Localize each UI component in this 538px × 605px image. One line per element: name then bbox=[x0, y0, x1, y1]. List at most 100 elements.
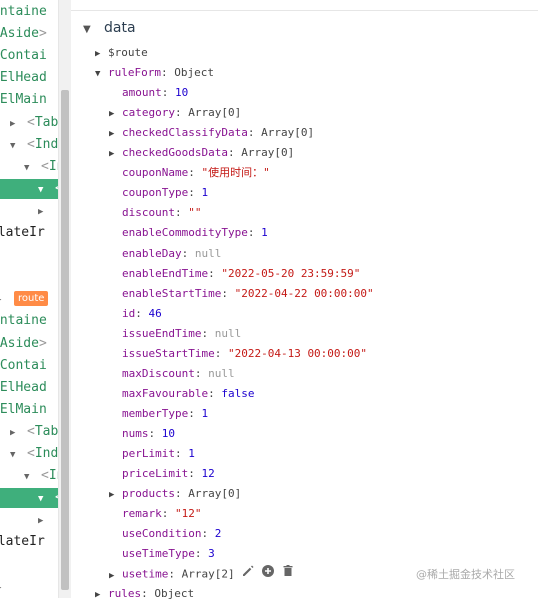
data-row-category[interactable]: ▶ category: Array[0] bbox=[109, 103, 241, 123]
tree-node[interactable]: ▼<In bbox=[0, 466, 58, 486]
data-value[interactable]: 1 bbox=[188, 447, 195, 460]
tree-node[interactable]: ▼<Inde bbox=[0, 444, 58, 464]
data-value[interactable]: 1 bbox=[201, 407, 208, 420]
data-value[interactable]: 1 bbox=[201, 186, 208, 199]
tree-node-label: In bbox=[48, 468, 58, 484]
tree-node[interactable]: ▶<Tab> bbox=[0, 113, 58, 133]
data-key: checkedClassifyData bbox=[122, 126, 248, 140]
data-row-checkedgoodsdata[interactable]: ▶ checkedGoodsData: Array[0] bbox=[109, 143, 294, 163]
data-key: couponName bbox=[122, 166, 189, 180]
chevron-right-icon[interactable]: ▶ bbox=[109, 566, 122, 586]
chevron-down-icon[interactable]: ▼ bbox=[10, 136, 23, 156]
data-value[interactable]: 12 bbox=[201, 467, 214, 480]
chevron-right-icon[interactable]: ▶ bbox=[109, 144, 122, 164]
chevron-right-icon[interactable]: ▶ bbox=[38, 202, 51, 222]
data-row-route[interactable]: ▶ $route bbox=[95, 43, 148, 63]
data-section-header[interactable]: ▼ data bbox=[83, 17, 136, 39]
scrollbar-thumb[interactable] bbox=[61, 90, 69, 590]
tree-node[interactable]: lAside> bbox=[0, 24, 47, 44]
chevron-down-icon[interactable]: ▼ bbox=[38, 180, 51, 200]
data-value[interactable]: 10 bbox=[175, 86, 188, 99]
data-value[interactable]: 46 bbox=[149, 307, 162, 320]
tree-node[interactable]: ▼<Inde bbox=[0, 135, 58, 155]
data-key: maxFavourable bbox=[122, 386, 209, 400]
tree-node[interactable]: lContai bbox=[0, 356, 47, 376]
tree-node-label: ElHead bbox=[0, 70, 47, 86]
data-row-enableday: enableDay: null bbox=[109, 244, 221, 264]
data-value[interactable]: 3 bbox=[208, 547, 215, 560]
data-row-coupontype: couponType: 1 bbox=[109, 183, 208, 203]
data-value[interactable]: false bbox=[221, 387, 254, 400]
data-row-usetime[interactable]: ▶ usetime: Array[2] bbox=[109, 564, 295, 584]
tag-bracket: < bbox=[27, 446, 35, 461]
chevron-right-icon[interactable]: ▶ bbox=[109, 124, 122, 144]
tree-node[interactable]: ontaine bbox=[0, 311, 47, 331]
route-tag[interactable]: route bbox=[14, 291, 49, 306]
tree-node[interactable]: lContai bbox=[0, 46, 47, 66]
tree-node[interactable]: ▼<In bbox=[0, 157, 58, 177]
data-row-products[interactable]: ▶ products: Array[0] bbox=[109, 484, 241, 504]
tree-node-selected[interactable]: ▼< bbox=[0, 488, 58, 509]
tree-node-label: Inde bbox=[34, 136, 58, 152]
colon: : bbox=[188, 406, 202, 420]
edit-icon[interactable] bbox=[241, 564, 255, 585]
data-value[interactable]: 1 bbox=[261, 226, 268, 239]
tree-node[interactable]: ▶<Tab> bbox=[0, 422, 58, 442]
tree-node[interactable]: plateIr bbox=[0, 532, 45, 552]
data-value[interactable]: "12" bbox=[175, 507, 202, 520]
chevron-down-icon[interactable]: ▼ bbox=[95, 64, 108, 84]
add-icon[interactable] bbox=[261, 564, 275, 585]
data-key: useCondition bbox=[122, 527, 202, 541]
colon: : bbox=[201, 326, 215, 340]
chevron-down-icon[interactable]: ▼ bbox=[38, 489, 51, 509]
data-row-checkedclassifydata[interactable]: ▶ checkedClassifyData: Array[0] bbox=[109, 123, 314, 143]
chevron-right-icon[interactable]: ▶ bbox=[10, 423, 23, 443]
data-key: id bbox=[122, 306, 136, 320]
tree-node[interactable]: <ElHead bbox=[0, 378, 47, 398]
data-row-ruleform[interactable]: ▼ ruleForm: Object bbox=[95, 63, 214, 83]
tree-node[interactable]: ▶ bbox=[0, 201, 55, 221]
data-key: nums bbox=[122, 426, 149, 440]
chevron-down-icon[interactable]: ▼ bbox=[24, 467, 37, 487]
data-key: useTimeType bbox=[122, 547, 195, 561]
tree-node-selected[interactable]: ▼< bbox=[0, 178, 58, 200]
chevron-down-icon[interactable]: ▼ bbox=[10, 445, 23, 465]
tree-node[interactable]: <ElHead bbox=[0, 68, 47, 88]
colon: : bbox=[214, 346, 228, 360]
data-value[interactable]: "使用时间：" bbox=[201, 166, 269, 179]
data-value[interactable]: null bbox=[208, 367, 235, 380]
data-value[interactable]: "2022-05-20 23:59:59" bbox=[221, 267, 360, 280]
tree-node[interactable]: <ElMain bbox=[0, 90, 47, 110]
data-value[interactable]: null bbox=[195, 247, 222, 260]
tree-node[interactable]: ontaine bbox=[0, 2, 47, 22]
chevron-right-icon[interactable]: ▶ bbox=[0, 578, 9, 598]
data-value[interactable]: 2 bbox=[215, 527, 222, 540]
chevron-right-icon[interactable]: ▶ bbox=[0, 290, 9, 310]
data-key: issueStartTime bbox=[122, 346, 215, 360]
data-value: Array[2] bbox=[181, 567, 235, 581]
delete-icon[interactable] bbox=[281, 564, 295, 585]
data-value[interactable]: 10 bbox=[162, 427, 175, 440]
chevron-down-icon[interactable]: ▼ bbox=[24, 158, 37, 178]
chevron-right-icon[interactable]: ▶ bbox=[109, 104, 122, 124]
chevron-right-icon[interactable]: ▶ bbox=[38, 511, 51, 531]
data-key: enableStartTime bbox=[122, 286, 222, 300]
tree-node[interactable]: ▶ bbox=[0, 510, 55, 530]
tree-node[interactable]: ▶ bbox=[0, 289, 13, 309]
data-value[interactable]: "2022-04-22 00:00:00" bbox=[235, 287, 374, 300]
data-value[interactable]: "2022-04-13 00:00:00" bbox=[228, 347, 367, 360]
tree-node[interactable]: <ElMain bbox=[0, 400, 47, 420]
data-value[interactable]: null bbox=[215, 327, 242, 340]
tree-scrollbar[interactable] bbox=[58, 0, 71, 598]
data-inspector: ▼ data ▶ $route ▼ ruleForm: Object amount: 10… bbox=[71, 0, 538, 600]
chevron-right-icon[interactable]: ▶ bbox=[109, 485, 122, 505]
chevron-right-icon[interactable]: ▶ bbox=[95, 44, 108, 64]
data-value[interactable]: "" bbox=[188, 206, 201, 219]
chevron-right-icon[interactable]: ▶ bbox=[10, 114, 23, 134]
data-row-rules[interactable]: ▶ rules: Object bbox=[95, 584, 194, 604]
data-key: couponType bbox=[122, 186, 189, 200]
chevron-right-icon[interactable]: ▶ bbox=[95, 585, 108, 605]
tree-node[interactable]: plateIr bbox=[0, 223, 45, 243]
data-key: priceLimit bbox=[122, 467, 189, 481]
tree-node[interactable]: lAside> bbox=[0, 334, 47, 354]
